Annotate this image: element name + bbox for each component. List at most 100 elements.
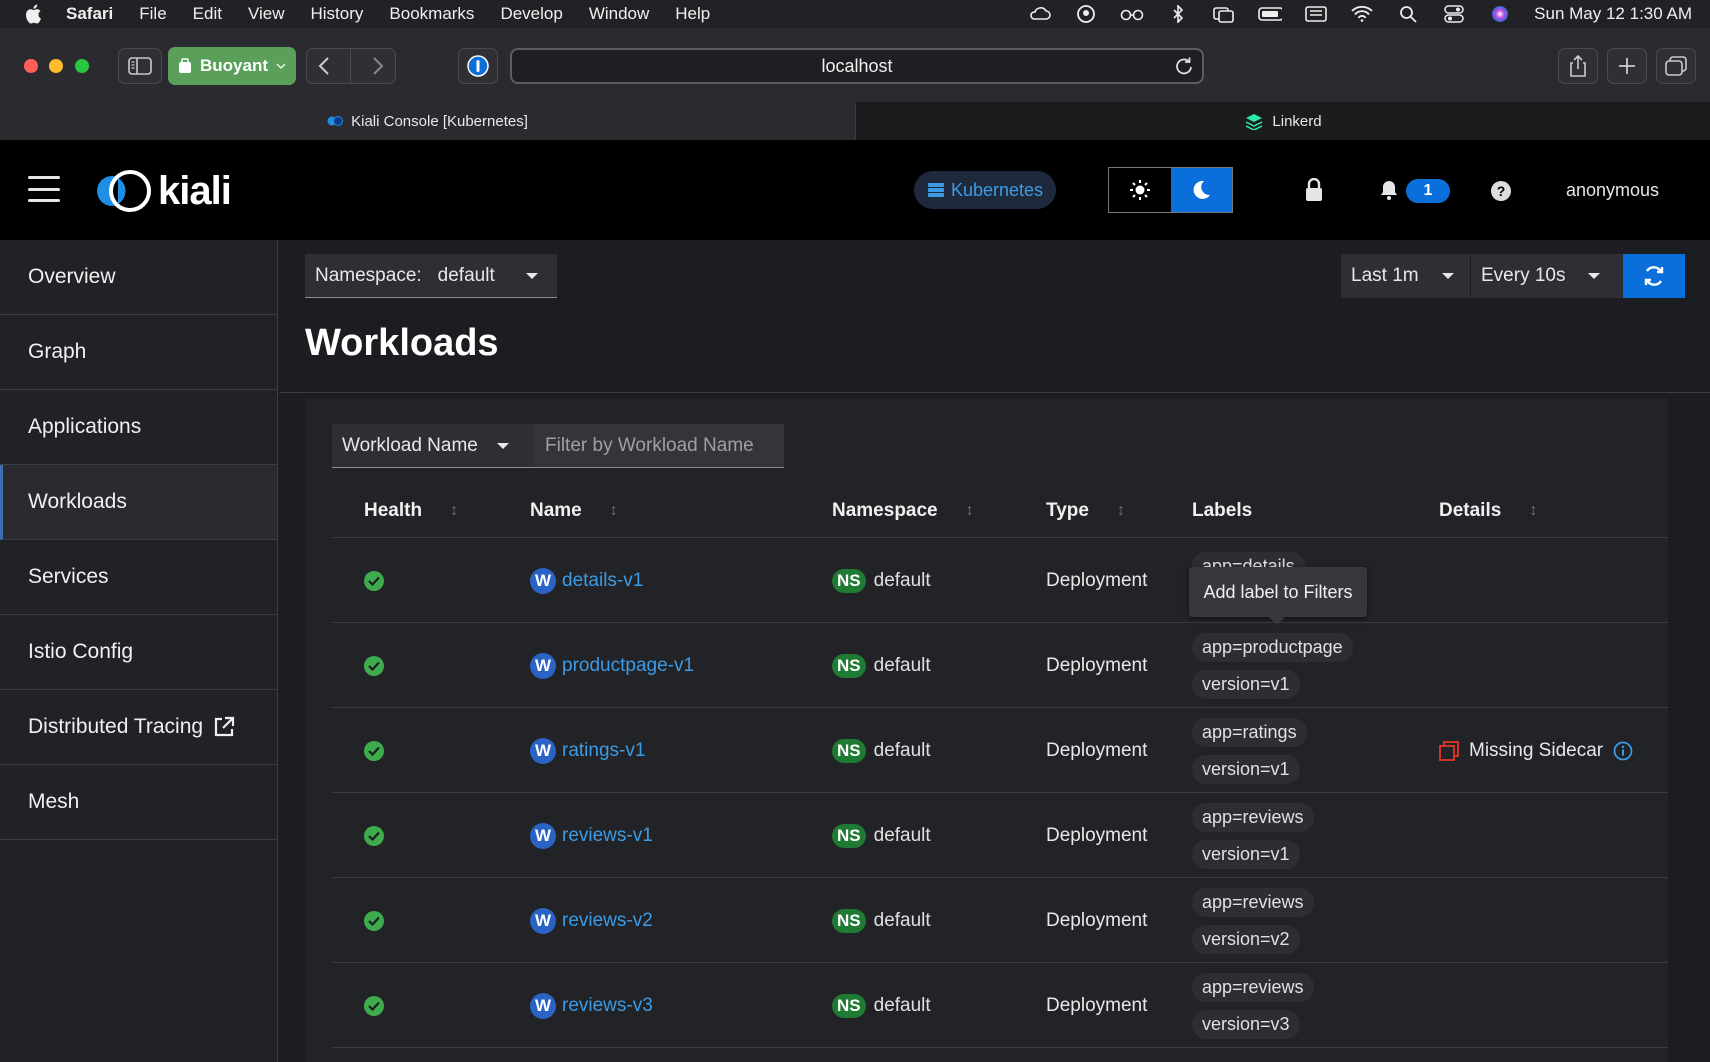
- column-header-health[interactable]: Health ↕: [364, 500, 458, 522]
- password-extension-button[interactable]: [458, 48, 498, 84]
- browser-profile-button[interactable]: Buoyant: [168, 47, 296, 85]
- tab-kiali-console[interactable]: Kiali Console [Kubernetes]: [0, 102, 855, 140]
- time-range-dropdown[interactable]: Last 1m: [1341, 254, 1471, 298]
- window-minimize-button[interactable]: [49, 59, 63, 73]
- notification-count-badge[interactable]: 1: [1406, 179, 1450, 203]
- sidebar-item-graph[interactable]: Graph: [0, 315, 277, 390]
- table-row: Wreviews-v3 NS default Deployment app=rev…: [332, 963, 1668, 1048]
- menu-help[interactable]: Help: [675, 4, 710, 24]
- kiali-logo[interactable]: kiali: [92, 166, 232, 216]
- menu-edit[interactable]: Edit: [193, 4, 222, 24]
- workload-name-link[interactable]: reviews-v3: [562, 995, 653, 1017]
- battery-icon[interactable]: [1258, 5, 1283, 23]
- workload-name-link[interactable]: ratings-v1: [562, 740, 645, 762]
- label-chip[interactable]: version=v1: [1192, 754, 1300, 784]
- label-chip[interactable]: app=productpage: [1192, 632, 1353, 662]
- label-chip[interactable]: version=v1: [1192, 669, 1300, 699]
- column-header-label: Details: [1439, 500, 1502, 521]
- kiali-masthead: kiali Kubernetes 1 ? anonymous: [0, 140, 1710, 240]
- column-header-label: Name: [530, 500, 582, 521]
- address-url: localhost: [821, 55, 893, 76]
- menu-bar-clock[interactable]: Sun May 12 1:30 AM: [1534, 4, 1692, 24]
- share-button[interactable]: [1558, 48, 1598, 84]
- workload-name-link[interactable]: productpage-v1: [562, 655, 694, 677]
- help-icon[interactable]: ?: [1491, 181, 1511, 201]
- sidebar-item-istio-config[interactable]: Istio Config: [0, 615, 277, 690]
- filter-type-dropdown[interactable]: Workload Name: [332, 424, 534, 468]
- sidebar-item-workloads[interactable]: Workloads: [0, 465, 277, 540]
- history-navigation: [306, 48, 396, 84]
- light-theme-button[interactable]: [1109, 168, 1171, 212]
- sidebar-item-mesh[interactable]: Mesh: [0, 765, 277, 840]
- info-icon[interactable]: [1613, 741, 1633, 761]
- screen-mirroring-icon[interactable]: [1212, 5, 1236, 23]
- namespace-name: default: [873, 994, 931, 1016]
- menu-bookmarks[interactable]: Bookmarks: [389, 4, 474, 24]
- dark-theme-button[interactable]: [1170, 168, 1232, 212]
- window-zoom-button[interactable]: [75, 59, 89, 73]
- sidebar-item-services[interactable]: Services: [0, 540, 277, 615]
- sidebar-item-label: Distributed Tracing: [28, 715, 204, 738]
- label-chip[interactable]: version=v2: [1192, 924, 1300, 954]
- briefcase-icon: [179, 58, 191, 73]
- external-link-icon: [214, 716, 235, 737]
- user-menu[interactable]: anonymous: [1566, 180, 1659, 201]
- column-header-name[interactable]: Name ↕: [530, 500, 618, 522]
- menu-file[interactable]: File: [139, 4, 166, 24]
- workload-name-link[interactable]: details-v1: [562, 570, 643, 592]
- column-header-details[interactable]: Details ↕: [1439, 500, 1537, 522]
- workload-badge: W: [530, 652, 556, 679]
- namespace-name: default: [873, 824, 931, 846]
- spotlight-search-icon[interactable]: [1396, 5, 1420, 23]
- label-chip[interactable]: app=reviews: [1192, 972, 1314, 1002]
- sidebar-item-distributed-tracing[interactable]: Distributed Tracing: [0, 690, 277, 765]
- nav-toggle-button[interactable]: [28, 176, 60, 202]
- workload-name-link[interactable]: reviews-v2: [562, 910, 653, 932]
- namespace-badge: NS: [832, 738, 866, 763]
- label-chip[interactable]: app=reviews: [1192, 802, 1314, 832]
- menu-view[interactable]: View: [248, 4, 285, 24]
- refresh-button[interactable]: [1623, 254, 1685, 298]
- forward-button[interactable]: [371, 56, 385, 76]
- namespace-name: default: [873, 739, 931, 761]
- menu-window[interactable]: Window: [589, 4, 649, 24]
- bluetooth-icon[interactable]: [1166, 5, 1190, 23]
- label-chip[interactable]: version=v3: [1192, 1009, 1300, 1039]
- window-close-button[interactable]: [24, 59, 38, 73]
- tab-overview-button[interactable]: [1656, 48, 1696, 84]
- tab-linkerd[interactable]: Linkerd: [855, 102, 1710, 140]
- label-chip[interactable]: version=v1: [1192, 839, 1300, 869]
- label-chip[interactable]: app=ratings: [1192, 717, 1307, 747]
- refresh-interval-dropdown[interactable]: Every 10s: [1471, 254, 1623, 298]
- sidebar-item-overview[interactable]: Overview: [0, 240, 277, 315]
- control-center-icon[interactable]: [1442, 5, 1466, 23]
- menu-history[interactable]: History: [311, 4, 364, 24]
- sidebar-item-applications[interactable]: Applications: [0, 390, 277, 465]
- new-tab-button[interactable]: [1607, 48, 1647, 84]
- lock-icon[interactable]: [1305, 177, 1323, 207]
- column-header-type[interactable]: Type ↕: [1046, 500, 1125, 522]
- label-chip[interactable]: app=reviews: [1192, 887, 1314, 917]
- address-bar[interactable]: localhost: [510, 48, 1204, 84]
- column-header-namespace[interactable]: Namespace ↕: [832, 500, 974, 522]
- bell-icon[interactable]: [1380, 180, 1398, 205]
- sidebar-toggle-button[interactable]: [118, 48, 162, 84]
- time-controls: Last 1m Every 10s: [1341, 254, 1685, 298]
- password-manager-icon[interactable]: [1074, 5, 1098, 23]
- workload-name-link[interactable]: reviews-v1: [562, 825, 653, 847]
- back-button[interactable]: [317, 56, 331, 76]
- cluster-badge: Kubernetes: [914, 171, 1056, 209]
- keyboard-icon[interactable]: [1304, 5, 1328, 23]
- wifi-icon[interactable]: [1350, 5, 1374, 23]
- cloud-sync-icon[interactable]: [1028, 5, 1052, 23]
- sort-icon: ↕: [1116, 502, 1125, 519]
- reload-icon[interactable]: [1174, 56, 1194, 76]
- healthy-check-icon: [364, 655, 384, 676]
- menu-app-name[interactable]: Safari: [66, 4, 113, 24]
- namespace-selector[interactable]: Namespace: default: [305, 254, 557, 298]
- apple-icon[interactable]: [22, 3, 44, 25]
- glasses-icon[interactable]: [1120, 5, 1144, 23]
- siri-icon[interactable]: [1488, 5, 1512, 23]
- menu-develop[interactable]: Develop: [500, 4, 562, 24]
- filter-input[interactable]: Filter by Workload Name: [534, 424, 784, 468]
